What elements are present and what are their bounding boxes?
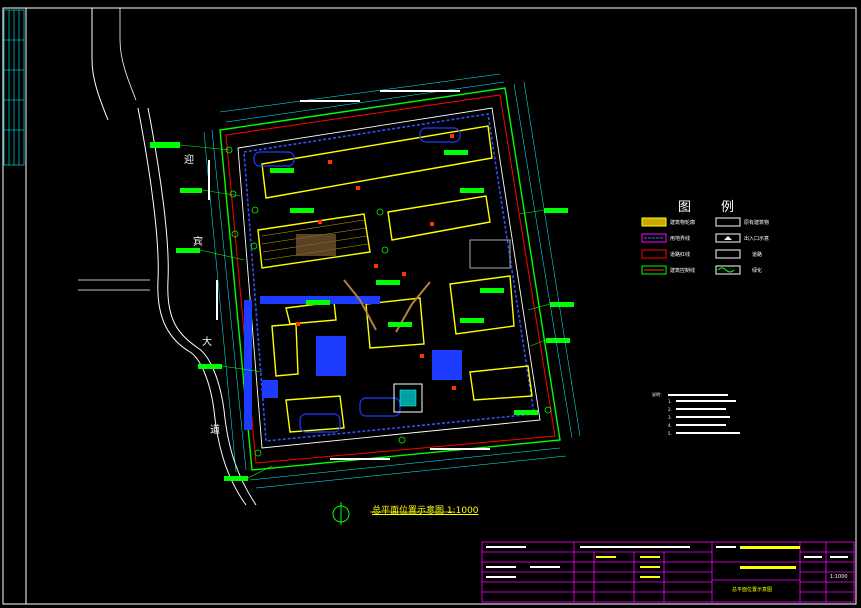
legend-label-existing: 原有建筑物 (744, 220, 770, 226)
notes-text-bars (668, 394, 740, 434)
building-east-1 (387, 195, 491, 241)
legend-label-building: 建筑物轮廓 (670, 220, 696, 226)
road-red-line (225, 94, 556, 464)
site-line (243, 113, 535, 442)
road-label-dao: 道 (210, 425, 220, 436)
legend-label-road-red-line: 道路红线 (670, 252, 691, 258)
road-label-ying: 迎 (184, 155, 194, 166)
building-south-east (469, 365, 533, 401)
buildings (257, 125, 533, 433)
road-label-bin: 宾 (193, 237, 203, 248)
building-mid-1 (285, 301, 337, 325)
site-plan-drawing (2, 7, 857, 605)
existing-building-hatch (296, 234, 336, 256)
legend-label-green: 绿化 (752, 268, 763, 274)
legend-label-site-line: 用地界线 (670, 236, 691, 242)
building-north-1 (261, 125, 493, 199)
title-block-drawing-name: 总平面位置示意图 (732, 587, 773, 593)
building-mid-2 (271, 323, 299, 377)
parking-areas (244, 296, 462, 430)
legend-swatches (641, 217, 741, 275)
legend-title: 图例 (678, 200, 765, 215)
title-block-scale: 1:1000 (830, 574, 848, 580)
note-item-2: 2. (668, 407, 672, 412)
legend-label-road: 道路 (752, 252, 763, 258)
grey-building (469, 239, 511, 269)
site-boundary (219, 87, 561, 471)
note-item-1: 1. (668, 399, 672, 404)
title-block (481, 541, 855, 603)
north-arrow (332, 502, 350, 525)
plan-title: 总平面位置示意图 1:1000 (372, 506, 479, 516)
road-label-da: 大 (202, 337, 212, 348)
notes-header: 说明： (652, 392, 664, 397)
binding-strip (3, 9, 25, 166)
legend-label-entrance: 出入口示意 (744, 236, 770, 242)
building-east-2 (449, 275, 515, 335)
note-item-3: 3. (668, 415, 672, 420)
note-item-5: 5. (668, 431, 672, 436)
note-item-4: 4. (668, 423, 672, 428)
legend-label-build-control: 建筑控制线 (670, 268, 696, 274)
